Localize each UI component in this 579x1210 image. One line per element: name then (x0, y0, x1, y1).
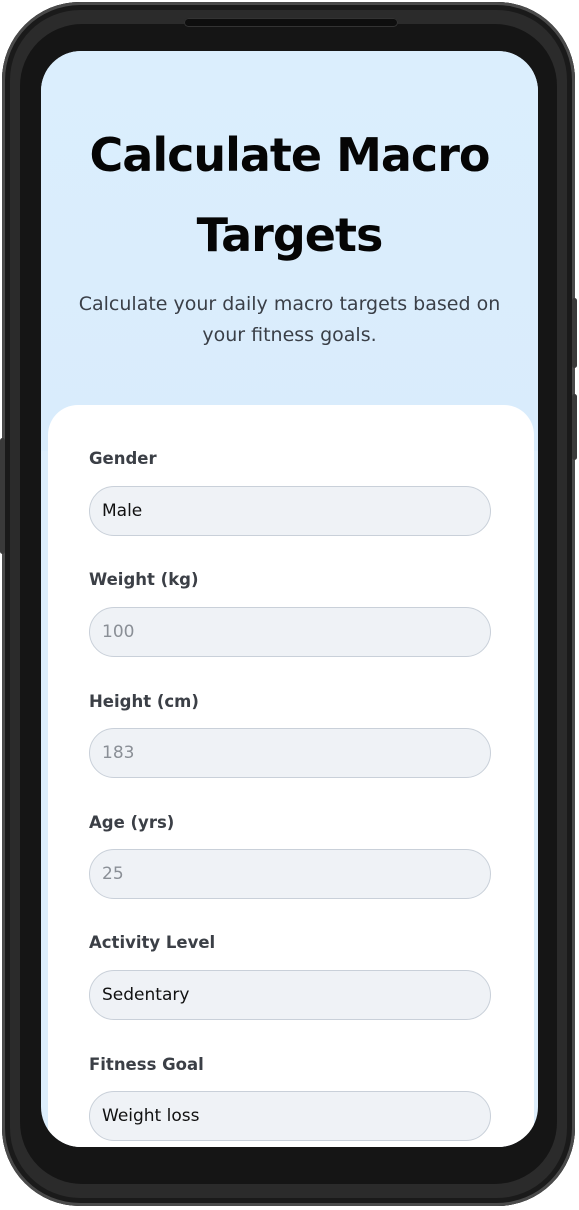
weight-label: Weight (kg) (89, 570, 199, 589)
height-input[interactable]: 183 (89, 728, 491, 778)
macro-form-card: Gender Male Weight (kg) 100 Height (cm) … (48, 405, 534, 1147)
gender-select[interactable]: Male (89, 486, 491, 536)
weight-input[interactable]: 100 (89, 607, 491, 657)
earpiece-speaker (184, 18, 398, 27)
app-screen: Calculate Macro Targets Calculate your d… (41, 51, 538, 1147)
page-title: Calculate Macro Targets (89, 128, 491, 262)
age-label: Age (yrs) (89, 813, 175, 832)
power-button (0, 438, 5, 554)
activity-level-select[interactable]: Sedentary (89, 970, 491, 1020)
volume-button (572, 298, 577, 368)
fitness-goal-select[interactable]: Weight loss (89, 1091, 491, 1141)
height-label: Height (cm) (89, 692, 199, 711)
side-button (572, 394, 577, 460)
page-subtitle: Calculate your daily macro targets based… (78, 293, 501, 346)
header-section: Calculate Macro Targets Calculate your d… (41, 51, 538, 451)
activity-level-label: Activity Level (89, 933, 216, 952)
age-input[interactable]: 25 (89, 849, 491, 899)
fitness-goal-label: Fitness Goal (89, 1055, 204, 1074)
gender-label: Gender (89, 449, 157, 468)
